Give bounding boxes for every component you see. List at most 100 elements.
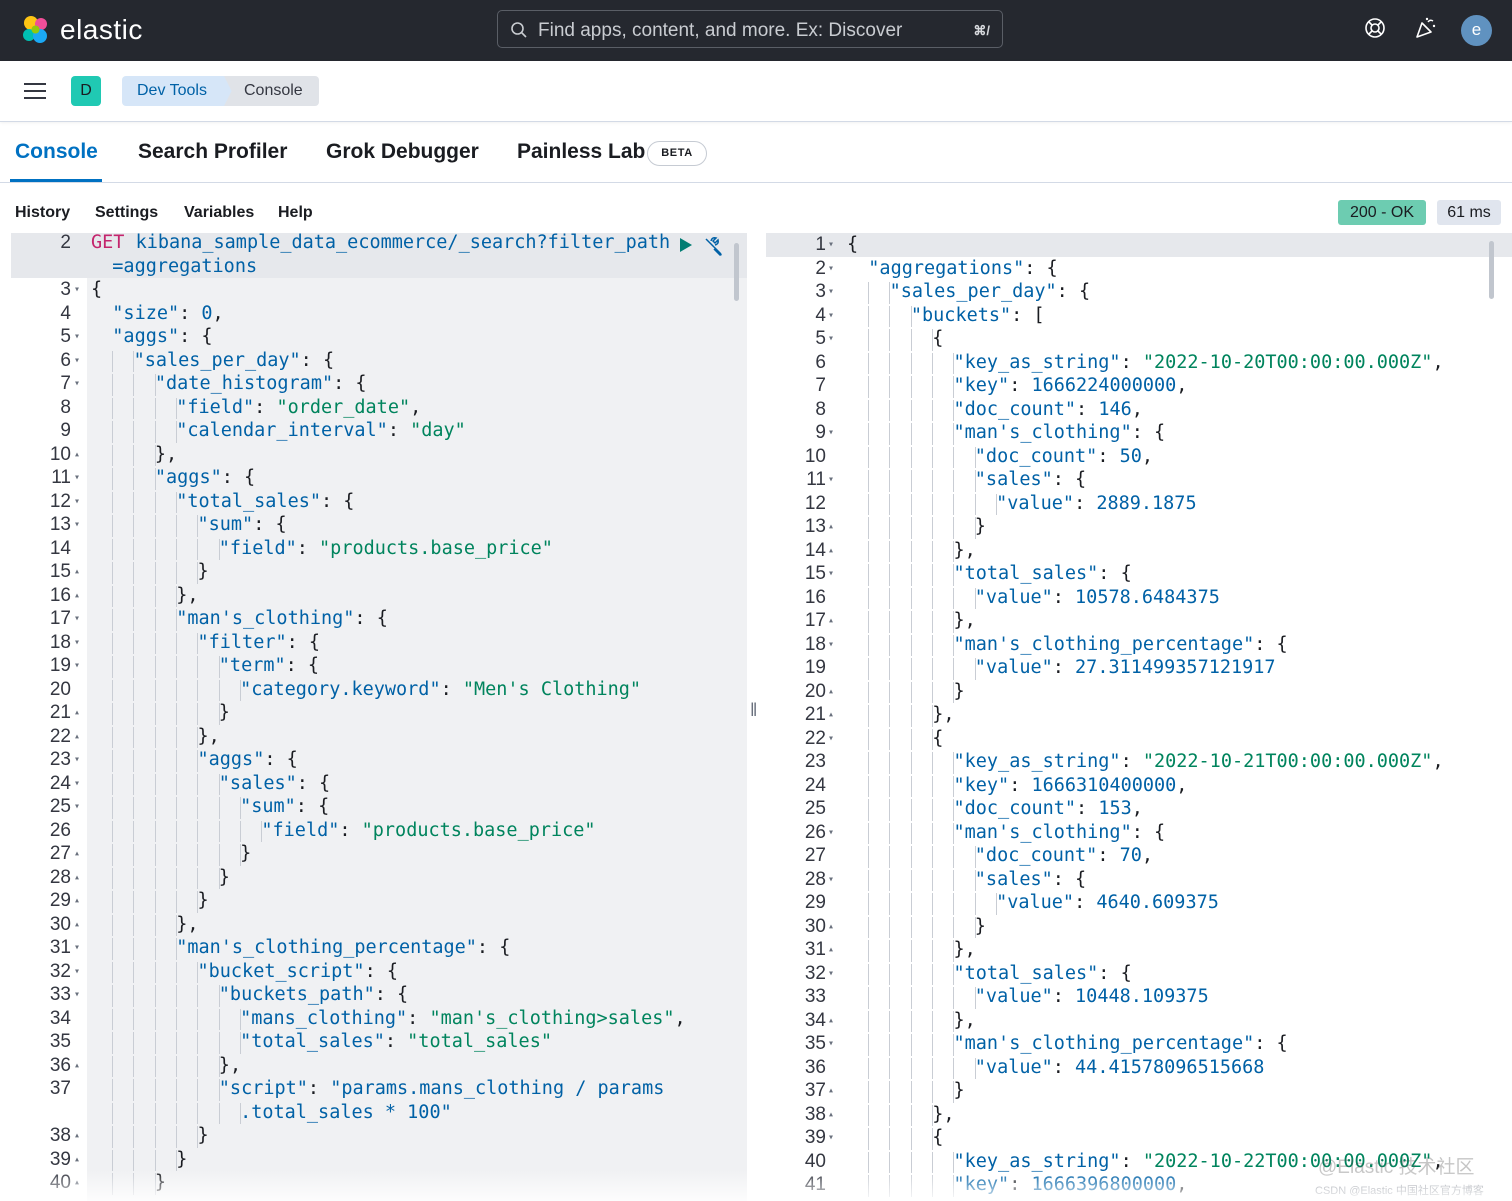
fold-toggle-icon[interactable]: ▾ <box>828 1032 838 1056</box>
indent-guide <box>133 421 135 443</box>
line-number: 26 <box>804 821 826 843</box>
indent-guide <box>889 470 891 492</box>
indent-guide <box>197 1055 199 1077</box>
fold-toggle-icon[interactable]: ▾ <box>74 983 84 1007</box>
request-editor[interactable]: 2 GET kibana_sample_data_ecommerce/_searc… <box>11 233 747 1201</box>
elastic-logo[interactable]: elastic <box>20 14 143 46</box>
fold-toggle-icon[interactable]: ▾ <box>828 633 838 657</box>
indent-guide <box>218 844 220 866</box>
indent-guide <box>133 491 135 513</box>
fold-toggle-icon[interactable]: ▾ <box>74 772 84 796</box>
fold-toggle-icon[interactable]: ▴ <box>74 560 84 584</box>
global-search-input[interactable]: Find apps, content, and more. Ex: Discov… <box>497 10 1003 48</box>
space-avatar[interactable]: D <box>71 76 101 106</box>
fold-toggle-icon[interactable]: ▾ <box>74 795 84 819</box>
fold-toggle-icon[interactable]: ▾ <box>74 960 84 984</box>
indent-guide <box>133 1126 135 1148</box>
help-icon[interactable] <box>1364 17 1386 39</box>
code-line: "filter": { <box>197 631 321 653</box>
fold-toggle-icon[interactable]: ▾ <box>828 868 838 892</box>
menu-icon[interactable] <box>24 82 46 100</box>
indent-guide <box>112 1126 113 1148</box>
fold-toggle-icon[interactable]: ▾ <box>828 233 838 257</box>
menu-help[interactable]: Help <box>278 204 313 222</box>
fold-toggle-icon[interactable]: ▾ <box>74 372 84 396</box>
line-number: 31 <box>49 937 71 958</box>
fold-toggle-icon[interactable]: ▴ <box>828 915 838 939</box>
search-icon <box>511 22 527 38</box>
indent-guide <box>197 656 199 678</box>
response-editor[interactable]: 1 ▾{2 ▾ "aggregations": {3 ▾ "sales_per_day":… <box>766 233 1512 1201</box>
indent-guide <box>889 681 891 703</box>
fold-toggle-icon[interactable]: ▴ <box>74 1171 84 1195</box>
fold-toggle-icon[interactable]: ▴ <box>828 938 838 962</box>
fold-toggle-icon[interactable]: ▾ <box>828 962 838 986</box>
breadcrumb-dev-tools[interactable]: Dev Tools <box>122 76 234 106</box>
fold-toggle-icon[interactable]: ▾ <box>828 421 838 445</box>
fold-toggle-icon[interactable]: ▴ <box>74 584 84 608</box>
tab-search-profiler[interactable]: Search Profiler <box>138 140 287 164</box>
newsfeed-icon[interactable] <box>1414 17 1438 39</box>
fold-toggle-icon[interactable]: ▴ <box>828 680 838 704</box>
fold-toggle-icon[interactable]: ▾ <box>74 748 84 772</box>
tab-grok-debugger[interactable]: Grok Debugger <box>326 140 479 164</box>
fold-toggle-icon[interactable]: ▾ <box>74 513 84 537</box>
line-number: 33 <box>804 986 826 1007</box>
indent-guide <box>175 1102 177 1124</box>
fold-toggle-icon[interactable]: ▾ <box>828 821 838 845</box>
code-line: "term": { <box>218 655 320 676</box>
fold-toggle-icon[interactable]: ▴ <box>828 1079 838 1103</box>
fold-toggle-icon[interactable]: ▾ <box>74 654 84 678</box>
request-scrollbar[interactable] <box>734 243 739 301</box>
indent-guide <box>112 585 113 607</box>
fold-toggle-icon[interactable]: ▴ <box>828 609 838 633</box>
menu-settings[interactable]: Settings <box>95 204 158 222</box>
fold-toggle-icon[interactable]: ▾ <box>74 349 84 373</box>
indent-guide <box>154 397 156 419</box>
fold-toggle-icon[interactable]: ▴ <box>74 913 84 937</box>
fold-toggle-icon[interactable]: ▴ <box>74 725 84 749</box>
fold-toggle-icon[interactable]: ▴ <box>828 1103 838 1127</box>
fold-toggle-icon[interactable]: ▾ <box>74 466 84 490</box>
fold-toggle-icon[interactable]: ▴ <box>74 842 84 866</box>
fold-toggle-icon[interactable]: ▾ <box>828 1126 838 1150</box>
fold-toggle-icon[interactable]: ▾ <box>74 490 84 514</box>
tab-painless-lab[interactable]: Painless Lab <box>517 140 645 164</box>
fold-toggle-icon[interactable]: ▾ <box>828 257 838 281</box>
code-line: "man's_clothing_percentage": { <box>953 633 1288 655</box>
indent-guide <box>112 1102 113 1124</box>
fold-toggle-icon[interactable]: ▴ <box>74 1124 84 1148</box>
wrench-icon[interactable] <box>702 236 724 256</box>
menu-variables[interactable]: Variables <box>184 204 254 222</box>
fold-toggle-icon[interactable]: ▾ <box>828 280 838 304</box>
fold-toggle-icon[interactable]: ▴ <box>828 515 838 539</box>
fold-toggle-icon[interactable]: ▴ <box>828 539 838 563</box>
fold-toggle-icon[interactable]: ▴ <box>74 866 84 890</box>
fold-toggle-icon[interactable]: ▾ <box>74 325 84 349</box>
fold-toggle-icon[interactable]: ▾ <box>74 278 84 302</box>
menu-history[interactable]: History <box>15 204 70 222</box>
tab-console[interactable]: Console <box>15 140 98 164</box>
fold-toggle-icon[interactable]: ▾ <box>74 631 84 655</box>
fold-toggle-icon[interactable]: ▾ <box>828 327 838 351</box>
fold-toggle-icon[interactable]: ▴ <box>74 1148 84 1172</box>
fold-toggle-icon[interactable]: ▴ <box>828 703 838 727</box>
user-avatar[interactable]: e <box>1461 15 1492 46</box>
fold-toggle-icon[interactable]: ▴ <box>74 443 84 467</box>
play-icon[interactable] <box>678 236 694 254</box>
fold-toggle-icon[interactable]: ▾ <box>828 562 838 586</box>
fold-toggle-icon[interactable]: ▾ <box>828 468 838 492</box>
line-number: 21 <box>804 704 826 725</box>
code-line: { <box>847 234 859 255</box>
fold-toggle-icon[interactable]: ▾ <box>828 727 838 751</box>
fold-toggle-icon[interactable]: ▴ <box>74 701 84 725</box>
fold-toggle-icon[interactable]: ▴ <box>828 1009 838 1033</box>
fold-toggle-icon[interactable]: ▾ <box>74 936 84 960</box>
fold-toggle-icon[interactable]: ▴ <box>74 1054 84 1078</box>
response-scrollbar[interactable] <box>1489 241 1494 299</box>
code-line: }, <box>176 913 199 935</box>
fold-toggle-icon[interactable]: ▾ <box>828 304 838 328</box>
fold-toggle-icon[interactable]: ▾ <box>74 607 84 631</box>
fold-toggle-icon[interactable]: ▴ <box>74 889 84 913</box>
panel-resize-handle[interactable]: ‖ <box>750 700 757 721</box>
